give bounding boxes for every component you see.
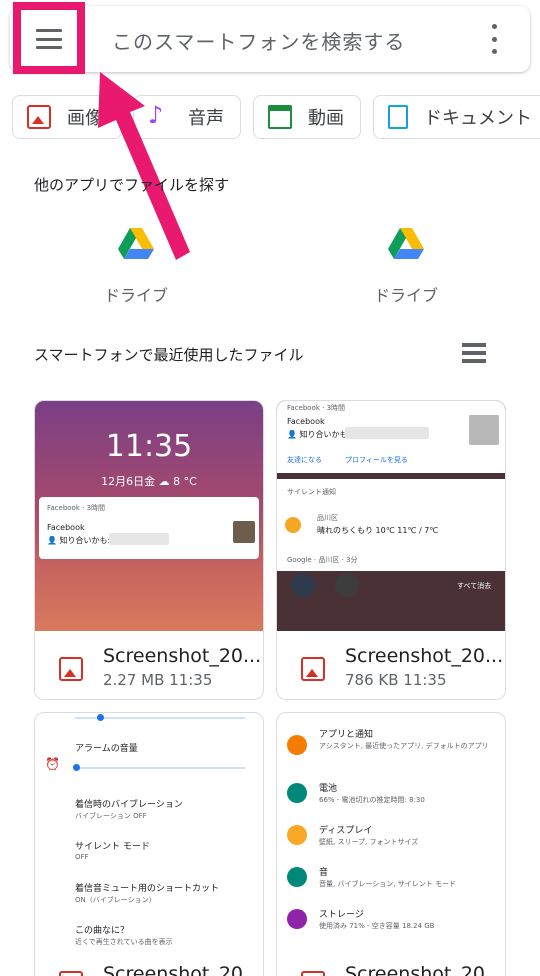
file-info: Screenshot_20... xyxy=(35,949,263,976)
file-info: Screenshot_20... 2.27 MB 11:35 xyxy=(35,631,263,699)
file-thumbnail: 11:35 12月6日金 ☁ 8 °C Facebook · 3時間 Faceb… xyxy=(35,401,263,631)
setting-subtitle: ON（バイブレーション） xyxy=(75,896,156,904)
google-drive-icon xyxy=(118,228,154,259)
weather-city: 品川区 xyxy=(317,514,338,522)
setting-subtitle: OFF xyxy=(75,853,89,861)
setting-title: 電池 xyxy=(319,784,338,794)
file-thumbnail: アラームの音量 ⏰ 着信時のバイブレーション バイブレーション OFF サイレン… xyxy=(35,713,263,957)
recent-files-title: スマートフォンで最近使用したファイル xyxy=(34,346,304,364)
notification-card: Facebook · 3時間 Facebook 👤 知り合いかも: xyxy=(39,497,259,559)
file-name: Screenshot_20... xyxy=(345,645,504,667)
setting-subtitle: アシスタント, 最近使ったアプリ, デフォルトのアプリ xyxy=(319,742,489,750)
google-drive-icon xyxy=(388,228,424,259)
google-notification: Google · 品川区 · 3分 xyxy=(287,556,358,564)
drive-app-1[interactable]: ドライブ xyxy=(76,228,196,306)
file-card[interactable]: アラームの音量 ⏰ 着信時のバイブレーション バイブレーション OFF サイレン… xyxy=(34,712,264,976)
setting-subtitle: 壁紙, スリープ, フォントサイズ xyxy=(319,838,419,846)
setting-title: サイレント モード xyxy=(75,842,150,852)
file-meta: 2.27 MB 11:35 xyxy=(103,671,213,689)
notification-app: Facebook · 3時間 xyxy=(47,504,106,512)
setting-subtitle: 近くで再生されている曲を表示 xyxy=(75,938,173,946)
drive-label: ドライブ xyxy=(373,286,438,305)
drive-app-2[interactable]: ドライブ xyxy=(346,228,466,306)
lock-time: 11:35 xyxy=(105,429,193,464)
image-file-icon xyxy=(301,657,325,681)
notification-card: Facebook · 3時間 Facebook 👤 知り合いかも 友達になる プ… xyxy=(277,401,505,473)
clear-all: すべて消去 xyxy=(457,582,492,590)
setting-title: アプリと通知 xyxy=(319,730,374,740)
app-icon xyxy=(291,573,315,597)
setting-title: 着信時のバイブレーション xyxy=(75,800,183,810)
profile-photo xyxy=(233,521,255,543)
storage-icon xyxy=(287,909,307,929)
blurred-text xyxy=(345,427,429,439)
notification-text: 👤 知り合いかも: xyxy=(47,536,111,545)
other-apps-title: 他のアプリでファイルを探す xyxy=(34,176,230,194)
silent-title: サイレント通知 xyxy=(287,488,336,496)
drive-label: ドライブ xyxy=(103,286,168,305)
blurred-text xyxy=(109,533,169,545)
setting-title: ストレージ xyxy=(319,910,364,920)
action-link: プロフィールを見る xyxy=(345,456,408,464)
file-thumbnail: Facebook · 3時間 Facebook 👤 知り合いかも 友達になる プ… xyxy=(277,401,505,631)
setting-subtitle: 音量, バイブレーション, サイレント モード xyxy=(319,880,456,888)
setting-title: 音 xyxy=(319,868,329,878)
image-file-icon xyxy=(301,971,325,976)
file-info: Screenshot_20... xyxy=(277,949,505,976)
file-thumbnail: アプリと通知 アシスタント, 最近使ったアプリ, デフォルトのアプリ 電池 66… xyxy=(277,713,505,957)
file-name: Screenshot_20... xyxy=(103,645,262,667)
file-info: Screenshot_20... 786 KB 11:35 xyxy=(277,631,505,699)
list-view-icon[interactable] xyxy=(462,343,486,363)
file-card[interactable]: 11:35 12月6日金 ☁ 8 °C Facebook · 3時間 Faceb… xyxy=(34,400,264,700)
file-name: Screenshot_20... xyxy=(103,963,262,976)
setting-title: アラームの音量 xyxy=(75,744,138,754)
setting-title: 着信音ミュート用のショートカット xyxy=(75,884,220,894)
setting-subtitle: バイブレーション OFF xyxy=(75,812,147,820)
file-card[interactable]: アプリと通知 アシスタント, 最近使ったアプリ, デフォルトのアプリ 電池 66… xyxy=(276,712,506,976)
profile-photo xyxy=(469,415,499,445)
notification-text: 👤 知り合いかも xyxy=(287,430,348,439)
image-file-icon xyxy=(59,657,83,681)
silent-notifications: サイレント通知 品川区 晴れのちくもり 10℃ 11℃ / 7℃ Google … xyxy=(277,479,505,571)
setting-subtitle: 使用済み 71% - 空き容量 18.24 GB xyxy=(319,922,435,930)
weather-icon xyxy=(285,517,301,533)
lock-date: 12月6日金 ☁ 8 °C xyxy=(101,475,197,488)
setting-subtitle: 66% - 電池切れの推定時間: 8:30 xyxy=(319,796,425,804)
app-icon xyxy=(335,573,359,597)
notification-app: Facebook · 3時間 xyxy=(287,404,346,412)
image-file-icon xyxy=(59,971,83,976)
setting-title: この曲なに？ xyxy=(75,926,130,936)
sound-icon xyxy=(287,867,307,887)
file-card[interactable]: Facebook · 3時間 Facebook 👤 知り合いかも 友達になる プ… xyxy=(276,400,506,700)
setting-title: ディスプレイ xyxy=(319,826,373,836)
file-name: Screenshot_20... xyxy=(345,963,504,976)
display-icon xyxy=(287,825,307,845)
notification-title: Facebook xyxy=(287,417,325,426)
notification-title: Facebook xyxy=(47,523,85,532)
apps-icon xyxy=(287,735,307,755)
file-meta: 786 KB 11:35 xyxy=(345,671,447,689)
alarm-icon: ⏰ xyxy=(45,757,60,771)
battery-icon xyxy=(287,783,307,803)
weather-text: 晴れのちくもり 10℃ 11℃ / 7℃ xyxy=(317,526,439,535)
action-link: 友達になる xyxy=(287,456,322,464)
